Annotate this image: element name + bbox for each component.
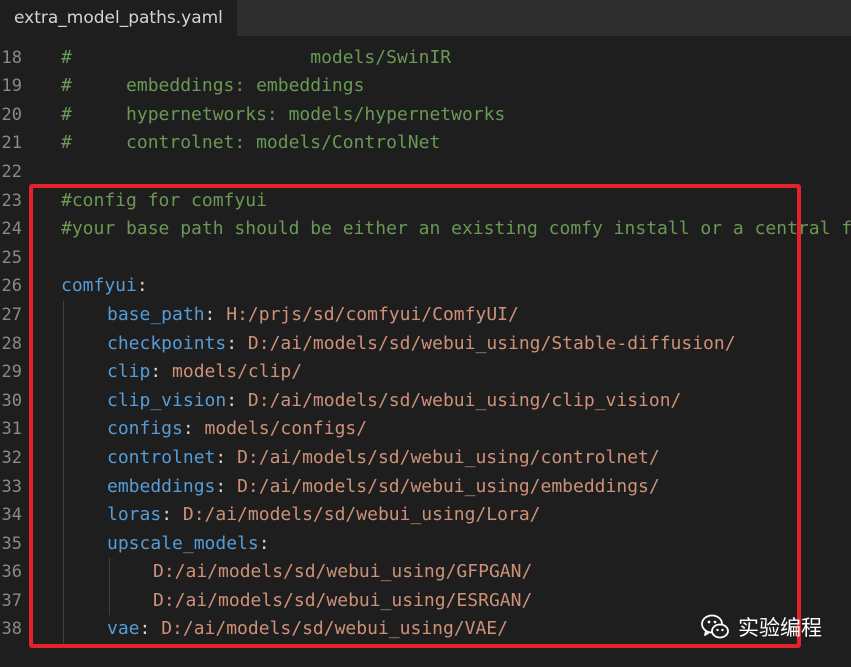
line-number: 27: [1, 304, 22, 325]
code-line: 20 # hypernetworks: models/hypernetworks: [0, 101, 851, 130]
line-number: 18: [1, 47, 22, 68]
code-text: # embeddings: embeddings: [61, 72, 364, 101]
code-token: # models/SwinIR: [61, 46, 452, 68]
line-number: 23: [1, 190, 22, 211]
highlight-box: [29, 184, 801, 648]
code-text: # models/RealESRGAN: [61, 36, 494, 44]
line-number: 36: [1, 562, 22, 583]
wechat-icon: [701, 614, 729, 639]
line-number: 26: [1, 276, 22, 297]
line-number: 24: [1, 219, 22, 240]
line-number: 21: [1, 133, 22, 154]
line-number: 25: [1, 247, 22, 268]
line-number: 22: [1, 161, 22, 182]
line-number: 31: [1, 419, 22, 440]
line-number: 34: [1, 505, 22, 526]
watermark-text: 实验编程: [738, 616, 822, 640]
line-number: 35: [1, 533, 22, 554]
line-number: 17: [0, 36, 22, 44]
code-line: 22: [0, 158, 851, 187]
code-line: 17 # models/RealESRGAN: [0, 36, 851, 44]
code-line: 18 # models/SwinIR: [0, 44, 851, 73]
line-number: 37: [1, 590, 22, 611]
code-line: 19 # embeddings: embeddings: [0, 72, 851, 101]
code-token: # models/RealESRGAN: [61, 36, 494, 39]
code-text: # hypernetworks: models/hypernetworks: [61, 101, 505, 130]
line-number: 30: [1, 390, 22, 411]
code-line: 21 # controlnet: models/ControlNet: [0, 129, 851, 158]
watermark: 实验编程: [700, 612, 822, 642]
code-token: # controlnet: models/ControlNet: [61, 132, 441, 154]
tab-bar: extra_model_paths.yaml: [0, 0, 851, 36]
line-number: 19: [1, 76, 22, 97]
code-text: # controlnet: models/ControlNet: [61, 129, 440, 158]
line-number: 20: [1, 104, 22, 125]
line-number: 38: [1, 619, 22, 640]
line-number: 33: [1, 476, 22, 497]
line-number: 32: [1, 447, 22, 468]
file-tab[interactable]: extra_model_paths.yaml: [0, 0, 237, 36]
line-number: 29: [1, 362, 22, 383]
code-token: # hypernetworks: models/hypernetworks: [61, 103, 506, 125]
code-text: # models/SwinIR: [61, 44, 451, 73]
line-number: 28: [1, 333, 22, 354]
code-token: # embeddings: embeddings: [61, 75, 365, 97]
